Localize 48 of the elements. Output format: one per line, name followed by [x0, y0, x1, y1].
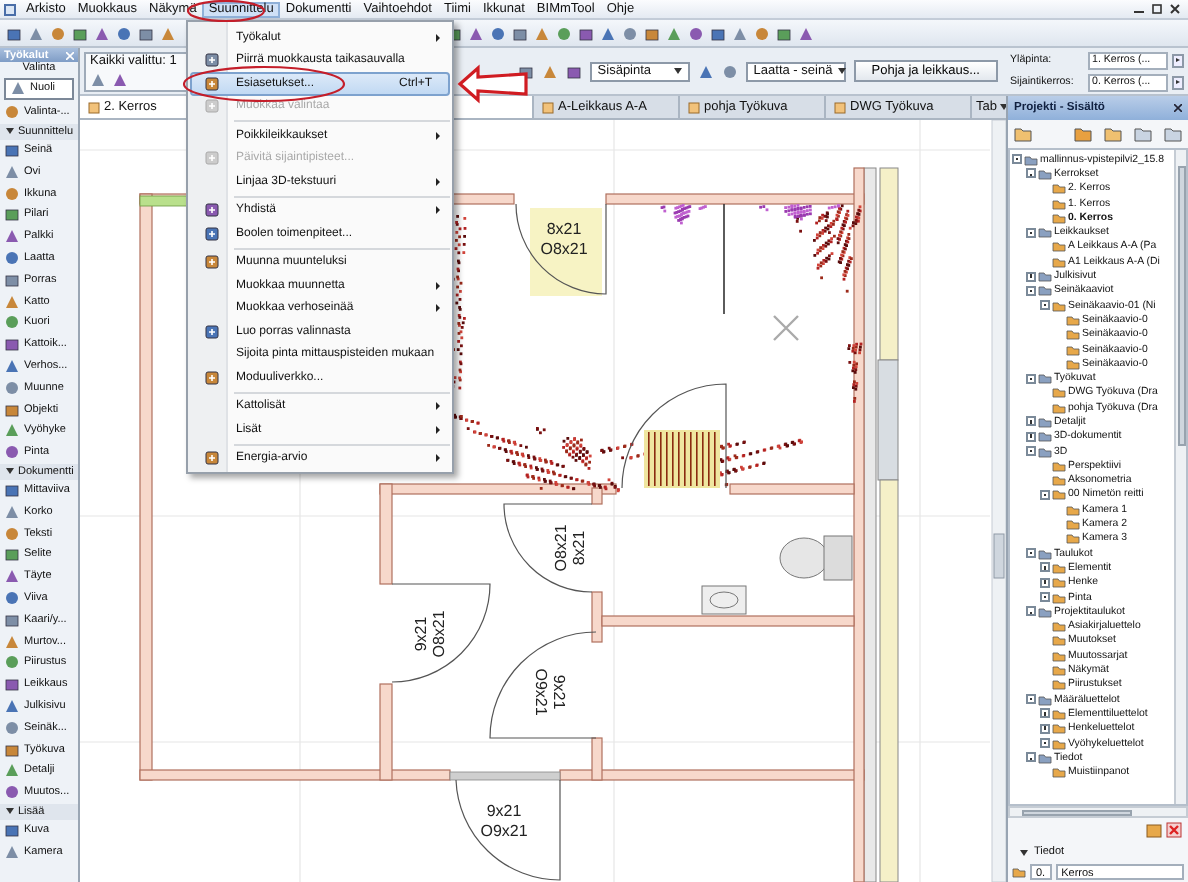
document-icon: [688, 101, 700, 113]
expander-icon[interactable]: [1040, 723, 1050, 734]
new-folder-icon[interactable]: [1146, 822, 1162, 838]
disclosure-triangle-icon[interactable]: [6, 128, 14, 135]
delete-icon[interactable]: [1166, 822, 1182, 838]
expander-icon[interactable]: [1026, 606, 1036, 617]
vertical-scrollbar[interactable]: [991, 120, 1006, 882]
expander-icon[interactable]: [1040, 489, 1050, 500]
expander-icon[interactable]: [1026, 285, 1036, 296]
expander-icon[interactable]: [1040, 300, 1050, 311]
expander-icon[interactable]: [1040, 738, 1050, 749]
door-label: O8x21 8x21: [552, 524, 588, 572]
restore-icon[interactable]: [1152, 4, 1162, 14]
close-icon[interactable]: [1174, 104, 1182, 112]
expander-icon[interactable]: [1040, 562, 1050, 573]
expander-icon[interactable]: [1026, 227, 1036, 238]
floor-picker-button[interactable]: [1172, 75, 1184, 89]
door-label: 9x21 O9x21: [480, 802, 528, 840]
door-label: 8x21 O8x21: [540, 220, 588, 258]
floor-picker-button[interactable]: [1172, 53, 1184, 67]
expander-icon[interactable]: [1026, 431, 1036, 442]
expander-icon[interactable]: [1040, 708, 1050, 719]
expander-icon[interactable]: [1026, 168, 1036, 179]
door-label: 9x21 O8x21: [412, 610, 448, 658]
folder-icon: [1012, 866, 1026, 878]
expander-icon[interactable]: [1012, 154, 1022, 165]
scrollbar[interactable]: [1008, 806, 1188, 818]
close-icon[interactable]: [1170, 4, 1180, 14]
expander-icon[interactable]: [1026, 373, 1036, 384]
expander-icon[interactable]: [1026, 416, 1036, 427]
caret-icon: [838, 68, 847, 74]
app-icon: [4, 3, 16, 15]
expander-icon[interactable]: [1040, 592, 1050, 603]
disclosure-triangle-icon[interactable]: [6, 468, 14, 475]
document-icon: [88, 101, 100, 113]
disclosure-triangle-icon[interactable]: [1020, 849, 1028, 855]
expander-icon[interactable]: [1026, 271, 1036, 282]
disclosure-triangle-icon[interactable]: [6, 808, 14, 814]
caret-icon: [673, 68, 682, 74]
document-icon: [834, 101, 846, 113]
expander-icon[interactable]: [1026, 694, 1036, 705]
expander-icon[interactable]: [1040, 577, 1050, 588]
scrollbar[interactable]: [1174, 150, 1186, 804]
expander-icon[interactable]: [1026, 548, 1036, 559]
expander-icon[interactable]: [1026, 446, 1036, 457]
document-icon: [542, 101, 554, 113]
expander-icon[interactable]: [1026, 752, 1036, 763]
door-label: 9x21 O9x21: [532, 668, 568, 716]
